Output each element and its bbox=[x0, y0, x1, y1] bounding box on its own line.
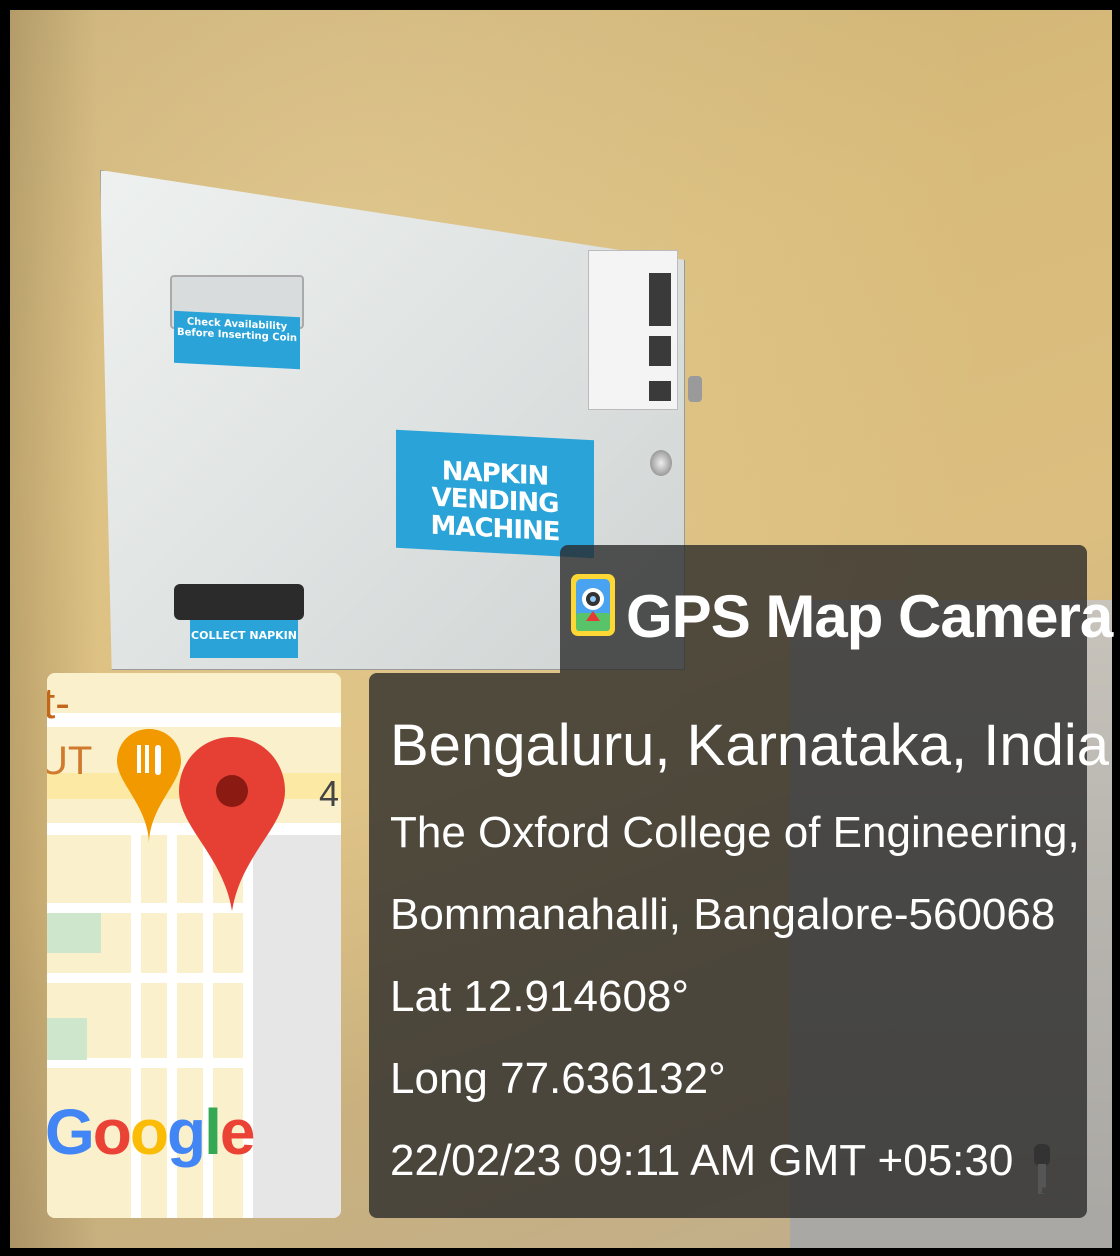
location-pin-icon bbox=[179, 737, 285, 911]
key-lock bbox=[650, 450, 672, 476]
instruction-photo bbox=[649, 381, 671, 401]
google-logo: Google bbox=[47, 1096, 255, 1168]
address-line-1: The Oxford College of Engineering, bbox=[390, 808, 1080, 857]
faucet bbox=[1034, 1144, 1077, 1201]
app-title: GPS Map Camera bbox=[626, 583, 1113, 650]
map-park bbox=[47, 913, 101, 953]
map-road-number: 4 bbox=[319, 773, 340, 814]
check-availability-label: Check Availability Before Inserting Coin bbox=[174, 310, 300, 370]
location-title: Bengaluru, Karnataka, India bbox=[390, 713, 1110, 778]
map-place-label: t- bbox=[47, 679, 70, 728]
restaurant-pin-icon bbox=[117, 729, 181, 845]
map-road bbox=[47, 713, 341, 727]
map-place-label: UT bbox=[47, 739, 93, 783]
image-frame: Check Availability Before Inserting Coin… bbox=[0, 0, 1120, 1256]
map-park bbox=[47, 1018, 87, 1060]
door-handle bbox=[688, 376, 702, 402]
napkin-vending-machine-label: NAPKIN VENDING MACHINE bbox=[396, 429, 594, 559]
map-thumbnail: t- UT 4 Google bbox=[47, 673, 341, 1218]
timestamp: 22/02/23 09:11 AM GMT +05:30 bbox=[390, 1136, 1014, 1185]
collect-napkin-label: COLLECT NAPKIN bbox=[190, 620, 298, 658]
gps-map-camera-app-icon bbox=[571, 574, 615, 636]
instruction-sheet bbox=[588, 250, 678, 410]
address-line-2: Bommanahalli, Bangalore-560068 bbox=[390, 890, 1056, 939]
napkin-dispense-slot bbox=[174, 584, 304, 620]
longitude: Long 77.636132° bbox=[390, 1054, 726, 1103]
instruction-photo bbox=[649, 296, 671, 326]
latitude: Lat 12.914608° bbox=[390, 972, 689, 1021]
instruction-photo bbox=[649, 336, 671, 366]
